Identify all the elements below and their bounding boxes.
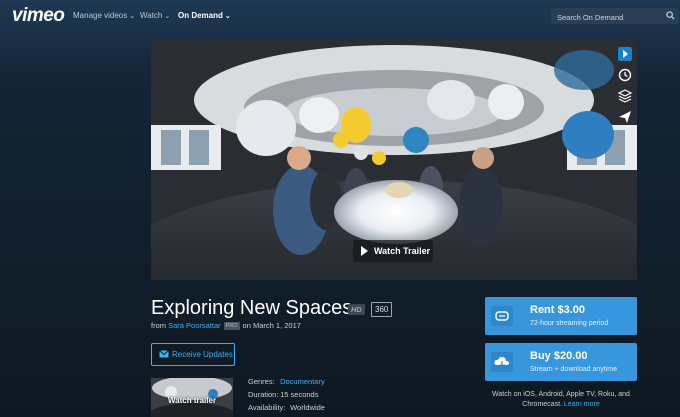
cloud-download-icon [491, 352, 513, 372]
pro-badge: PRO [223, 322, 240, 331]
learn-more-link[interactable]: Learn more [564, 401, 600, 408]
chevron-down-icon: ⌄ [129, 13, 136, 20]
play-icon [361, 246, 368, 256]
duration-row: Duration: 15 seconds [248, 390, 318, 399]
thumbnail-label: Watch trailer [167, 396, 217, 405]
availability-value: Worldwide [290, 403, 325, 412]
search-box [551, 8, 679, 24]
platforms-text: Watch on iOS, Android, Apple TV, Roku, a… [492, 391, 630, 408]
top-nav: vimeo Manage videos ⌄ Watch ⌄ On Demand ⌄ [0, 0, 680, 32]
byline: from Sara Poorsattar PRO on March 1, 2017 [151, 321, 301, 331]
watch-trailer-label: Watch Trailer [374, 246, 431, 256]
genres-label: Genres: [248, 377, 275, 386]
genre-link[interactable]: Documentary [280, 377, 325, 386]
chevron-down-icon: ⌄ [164, 13, 171, 20]
buy-price: Buy $20.00 [530, 350, 588, 362]
rent-button[interactable]: Rent $3.00 72-hour streaming period [485, 297, 637, 335]
layers-icon[interactable] [617, 88, 633, 104]
rent-terms: 72-hour streaming period [530, 320, 609, 327]
buy-terms: Stream + download anytime [530, 366, 617, 373]
send-icon[interactable] [617, 109, 633, 125]
buy-button[interactable]: Buy $20.00 Stream + download anytime [485, 343, 637, 381]
360-badge: 360 [371, 302, 393, 317]
rent-price: Rent $3.00 [530, 304, 586, 316]
search-input[interactable] [555, 10, 663, 24]
author-link[interactable]: Sara Poorsattar [168, 321, 221, 330]
search-icon[interactable] [666, 11, 675, 20]
nav-on-demand[interactable]: On Demand ⌄ [178, 11, 231, 20]
nav-manage-videos-label: Manage videos [73, 11, 128, 20]
chevron-down-icon: ⌄ [224, 13, 231, 20]
availability-label: Availability: [248, 403, 286, 412]
trailer-thumbnail[interactable]: Watch trailer [151, 378, 233, 417]
hd-badge: HD [348, 304, 365, 315]
receive-updates-button[interactable]: Receive Updates [151, 343, 235, 366]
platforms-note: Watch on iOS, Android, Apple TV, Roku, a… [485, 390, 637, 410]
genres-row: Genres: Documentary [248, 377, 325, 386]
player-side-tools [613, 40, 637, 280]
byline-prefix: from [151, 321, 166, 330]
mail-icon [159, 350, 169, 358]
nav-watch-label: Watch [140, 11, 163, 20]
clock-icon[interactable] [617, 67, 633, 83]
availability-row: Availability: Worldwide [248, 403, 325, 412]
receive-updates-label: Receive Updates [172, 350, 233, 359]
nav-manage-videos[interactable]: Manage videos ⌄ [73, 11, 135, 20]
nav-on-demand-label: On Demand [178, 11, 223, 20]
nav-watch[interactable]: Watch ⌄ [140, 11, 170, 20]
watch-trailer-button[interactable]: Watch Trailer [353, 240, 433, 262]
vimeo-icon[interactable] [617, 46, 633, 62]
duration-label: Duration: [248, 390, 279, 399]
duration-value: 15 seconds [280, 390, 319, 399]
page-title: Exploring New Spaces [151, 297, 353, 319]
vimeo-logo[interactable]: vimeo [12, 5, 65, 27]
release-date: on March 1, 2017 [242, 321, 301, 330]
stream-icon [491, 306, 513, 326]
